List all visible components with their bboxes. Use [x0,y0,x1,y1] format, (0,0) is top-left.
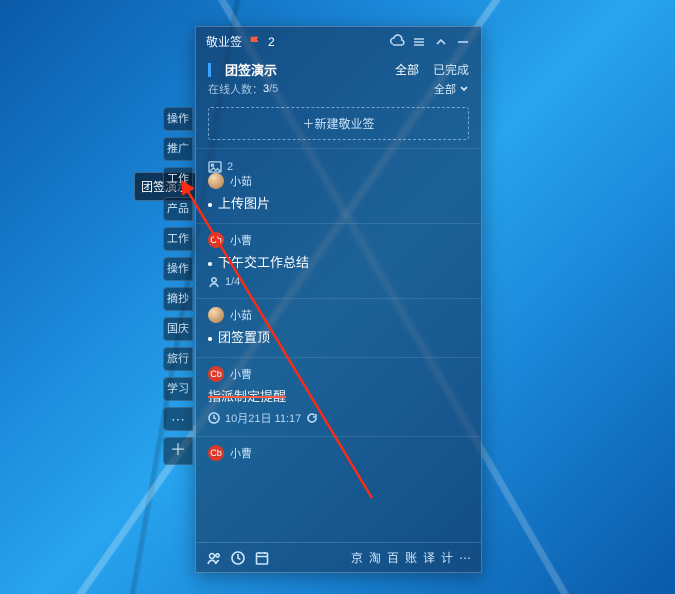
quick-link[interactable]: 计 [441,549,453,566]
accent-bar [208,63,211,77]
note-text: 下午交工作总结 [208,254,469,272]
avatar: Cb [208,445,224,461]
author-row: 小茹 [208,173,469,189]
author-row: Cb 小曹 [208,366,469,382]
author-name: 小曹 [230,232,252,248]
flag-count: 2 [268,35,275,49]
main-panel: 敬业签 2 团签演示 全部 已完成 在线人数： 3 /5 全部 ＋新建敬业签 2 [195,26,482,573]
clock-icon[interactable] [230,550,246,566]
quick-links: 京 淘 百 账 译 计 ⋯ [351,549,471,566]
note-text: 团签置顶 [208,329,469,347]
filter-all[interactable]: 全部 [395,61,419,78]
author-name: 小茹 [230,307,252,323]
progress-meta: 1/4 [208,276,469,288]
dropdown-label: 全部 [434,81,456,97]
menu-icon[interactable] [411,34,427,50]
side-tabs: 操作 推广 工作 产品 工作 操作 摘抄 国庆 旅行 学习 ⋯ ＋ [163,107,193,471]
avatar: Cb [208,232,224,248]
note-text-struck: 指派制定提醒 [208,388,469,406]
list-item[interactable]: Cb 小曹 下午交工作总结 1/4 [196,223,481,298]
quick-link[interactable]: 百 [387,549,399,566]
online-label: 在线人数： [208,81,263,97]
side-tab[interactable]: 旅行 [163,347,193,371]
quick-link[interactable]: 京 [351,549,363,566]
side-tab-add[interactable]: ＋ [163,437,193,465]
side-tab[interactable]: 国庆 [163,317,193,341]
image-icon [208,161,222,173]
side-tab[interactable]: 操作 [163,257,193,281]
note-text: 上传图片 [208,195,469,213]
attachment-meta: 2 [208,161,469,173]
cloud-sync-icon[interactable] [389,34,405,50]
list-item[interactable]: 2 小茹 上传图片 [196,148,481,223]
author-row: 小茹 [208,307,469,323]
author-name: 小曹 [230,366,252,382]
filter-dropdown[interactable]: 全部 [434,81,469,97]
online-total: /5 [269,83,278,95]
avatar: Cb [208,366,224,382]
side-tab[interactable]: 推广 [163,137,193,161]
filter-done[interactable]: 已完成 [433,61,469,78]
list-item[interactable]: Cb 小曹 指派制定提醒 10月21日 11:17 [196,357,481,436]
side-tab[interactable]: 工作 [163,227,193,251]
side-tab[interactable]: 摘抄 [163,287,193,311]
avatar [208,173,224,189]
time-meta: 10月21日 11:17 [208,410,469,426]
time-text: 10月21日 11:17 [225,410,301,426]
list-item[interactable]: Cb 小曹 [196,436,481,477]
filter-links: 全部 已完成 [395,61,469,78]
app-name: 敬业签 [206,33,242,50]
person-icon [208,276,220,288]
chevron-down-icon [459,84,469,94]
group-header: 团签演示 全部 已完成 [196,56,481,81]
image-count: 2 [227,161,233,173]
footer-bar: 京 淘 百 账 译 计 ⋯ [196,542,481,572]
avatar [208,307,224,323]
side-tab[interactable]: 学习 [163,377,193,401]
quick-link[interactable]: 淘 [369,549,381,566]
group-title: 团签演示 [225,60,277,79]
quick-link[interactable]: 译 [423,549,435,566]
side-tab-more[interactable]: ⋯ [163,407,193,431]
author-name: 小茹 [230,173,252,189]
refresh-icon [306,412,318,424]
quick-link[interactable]: 账 [405,549,417,566]
side-tab[interactable]: 操作 [163,107,193,131]
quick-more[interactable]: ⋯ [459,551,471,565]
flag-icon [248,35,262,49]
author-name: 小曹 [230,445,252,461]
minimize-icon[interactable] [455,34,471,50]
side-tab[interactable]: 产品 [163,197,193,221]
author-row: Cb 小曹 [208,232,469,248]
author-row: Cb 小曹 [208,445,469,461]
collapse-icon[interactable] [433,34,449,50]
progress-text: 1/4 [225,276,240,288]
calendar-icon[interactable] [254,550,270,566]
new-note-button[interactable]: ＋新建敬业签 [208,107,469,140]
titlebar: 敬业签 2 [196,27,481,56]
contacts-icon[interactable] [206,550,222,566]
clock-icon [208,412,220,424]
notes-list: 2 小茹 上传图片 Cb 小曹 下午交工作总结 1/4 小茹 [196,148,481,542]
list-item[interactable]: 小茹 团签置顶 [196,298,481,357]
side-tab[interactable]: 工作 [163,167,193,191]
subheader: 在线人数： 3 /5 全部 [196,81,481,103]
